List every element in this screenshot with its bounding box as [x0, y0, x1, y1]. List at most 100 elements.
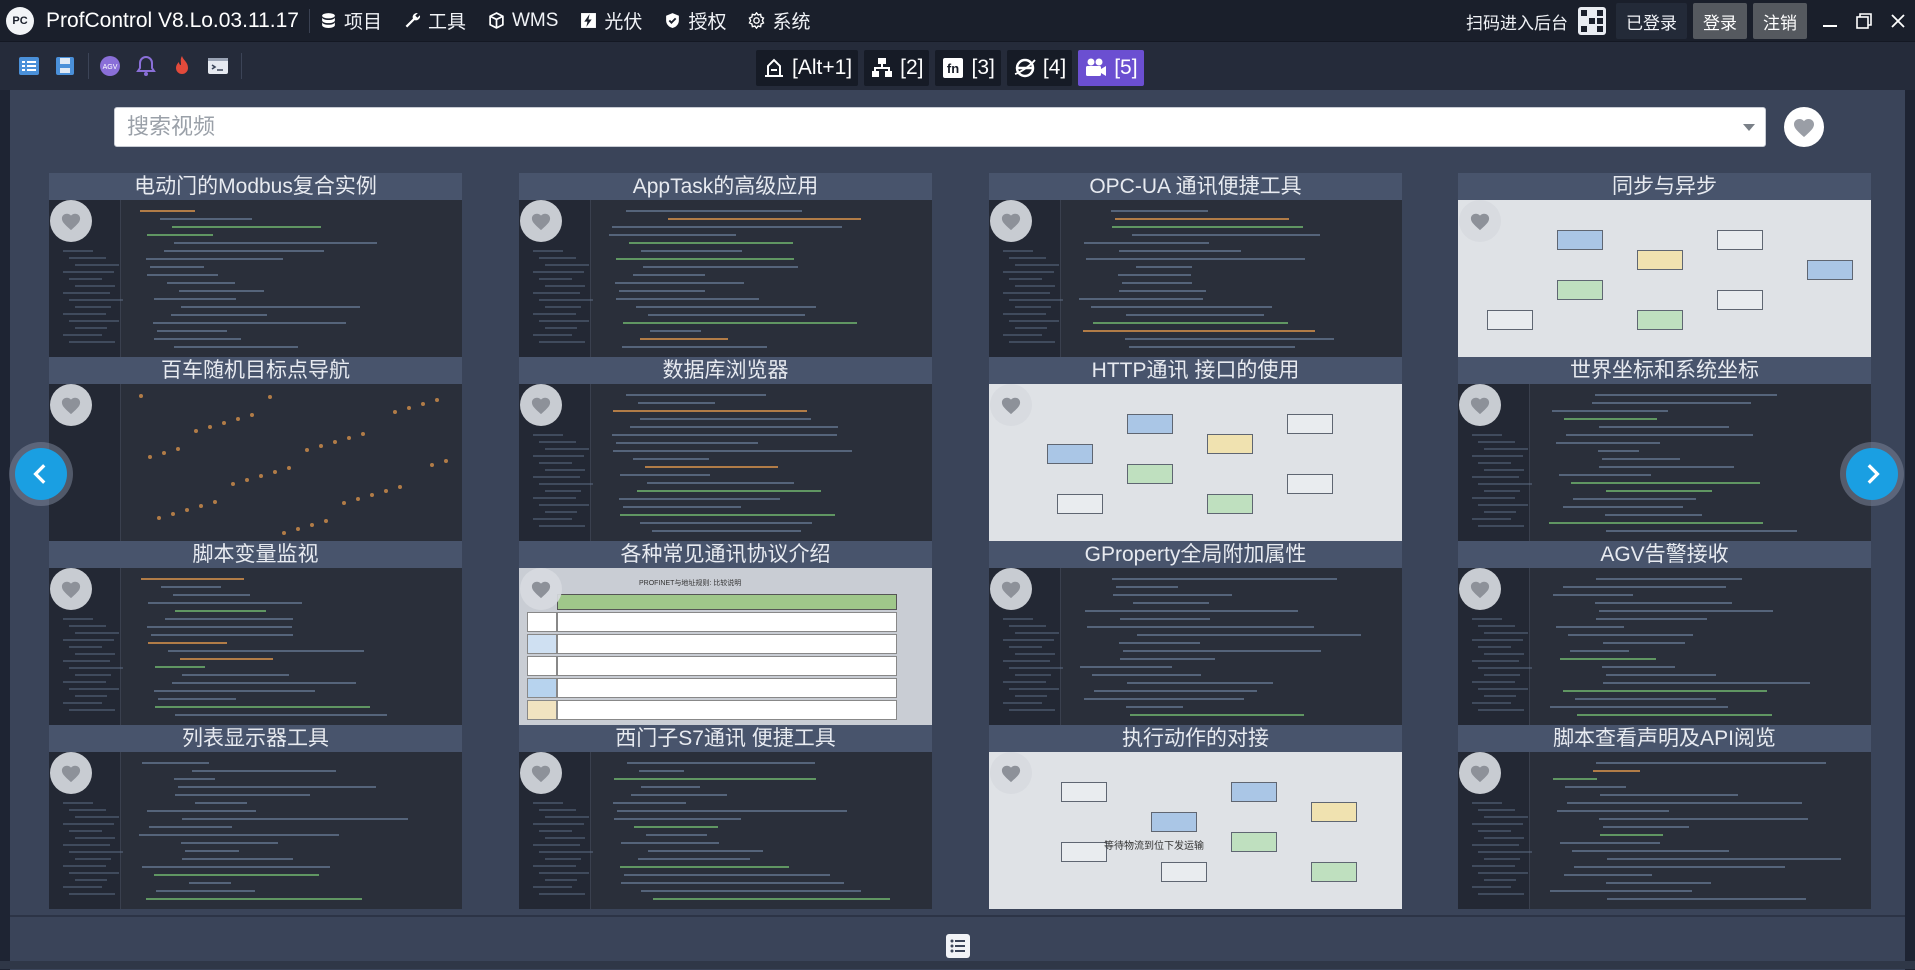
video-card[interactable]: AGV告警接收 [1458, 541, 1871, 725]
diagram-node [1637, 250, 1683, 270]
video-thumbnail[interactable] [519, 200, 932, 357]
tree-line [1015, 632, 1059, 634]
favorite-button[interactable] [1459, 752, 1501, 794]
video-thumbnail[interactable] [519, 752, 932, 909]
tree-line [69, 278, 102, 280]
favorite-button[interactable] [990, 752, 1032, 794]
video-thumbnail[interactable] [1458, 568, 1871, 725]
code-line [1560, 658, 1656, 660]
video-thumbnail[interactable] [989, 200, 1402, 357]
tab-1[interactable]: [Alt+1] [756, 50, 859, 86]
tab-3[interactable]: fn [3] [935, 50, 1001, 86]
chevron-down-icon[interactable] [1743, 124, 1755, 131]
favorite-button[interactable] [520, 752, 562, 794]
view-tabs: [Alt+1] [2] fn [3] [4] [5] [756, 50, 1150, 86]
favorite-button[interactable] [520, 384, 562, 426]
favorite-button[interactable] [1459, 384, 1501, 426]
favorite-button[interactable] [1459, 568, 1501, 610]
video-card[interactable]: GProperty全局附加属性 [989, 541, 1402, 725]
menu-item-wms[interactable]: WMS [488, 10, 558, 32]
video-card[interactable]: 执行动作的对接 等待物流到位下发运输 [989, 725, 1402, 909]
video-thumbnail[interactable] [1458, 200, 1871, 357]
video-card[interactable]: OPC-UA 通讯便捷工具 [989, 173, 1402, 357]
video-thumbnail[interactable] [49, 752, 462, 909]
favorite-button[interactable] [50, 384, 92, 426]
tree-line [1478, 525, 1524, 527]
code-line [154, 298, 236, 300]
video-card[interactable]: AppTask的高级应用 [519, 173, 932, 357]
login-button[interactable]: 登录 [1693, 3, 1747, 39]
menu-item-system[interactable]: 系统 [748, 7, 810, 34]
favorite-button[interactable] [50, 752, 92, 794]
favorite-button[interactable] [1459, 200, 1501, 242]
video-thumbnail[interactable]: PROFINET与地址规则: 比较说明 [519, 568, 932, 725]
list-toggle-button[interactable] [946, 934, 970, 958]
video-title: 百车随机目标点导航 [49, 357, 462, 384]
video-thumbnail[interactable] [49, 568, 462, 725]
prev-page-button[interactable] [15, 448, 67, 500]
video-thumbnail[interactable] [49, 200, 462, 357]
code-line [1083, 330, 1315, 332]
tree-line [1472, 455, 1523, 457]
video-card[interactable]: 脚本查看声明及API阅览 [1458, 725, 1871, 909]
save-button[interactable] [50, 52, 80, 80]
video-thumbnail[interactable]: 等待物流到位下发运输 [989, 752, 1402, 909]
menu-item-pv[interactable]: 光伏 [580, 7, 642, 34]
tree-line [63, 250, 93, 252]
map-point [347, 436, 351, 440]
hot-button[interactable] [167, 52, 197, 80]
list-view-button[interactable] [14, 52, 44, 80]
favorites-filter-button[interactable] [1784, 107, 1824, 147]
menu-item-project[interactable]: 项目 [320, 7, 382, 34]
video-card[interactable]: 列表显示器工具 [49, 725, 462, 909]
logout-button[interactable]: 注销 [1753, 3, 1807, 39]
table-thumb-row [557, 612, 897, 632]
menu-item-license[interactable]: 授权 [664, 7, 726, 34]
video-thumbnail[interactable] [989, 384, 1402, 541]
tree-line [69, 257, 106, 259]
favorite-button[interactable] [990, 568, 1032, 610]
video-card[interactable]: 百车随机目标点导航 [49, 357, 462, 541]
close-button[interactable] [1881, 3, 1915, 39]
video-card[interactable]: 脚本变量监视 [49, 541, 462, 725]
favorite-button[interactable] [520, 568, 562, 610]
video-thumbnail[interactable] [519, 384, 932, 541]
favorite-button[interactable] [50, 568, 92, 610]
favorite-button[interactable] [990, 384, 1032, 426]
qr-code-icon[interactable] [1578, 7, 1606, 35]
next-page-button[interactable] [1846, 448, 1898, 500]
code-line [1603, 682, 1810, 684]
video-card[interactable]: 同步与异步 [1458, 173, 1871, 357]
tab-4[interactable]: [4] [1006, 50, 1073, 86]
code-line [1606, 530, 1797, 532]
video-card[interactable]: 数据库浏览器 [519, 357, 932, 541]
heart-icon [1470, 213, 1490, 231]
favorite-button[interactable] [990, 200, 1032, 242]
minimize-button[interactable] [1813, 3, 1847, 39]
video-card[interactable]: 西门子S7通讯 便捷工具 [519, 725, 932, 909]
video-thumbnail[interactable] [1458, 752, 1871, 909]
code-line [140, 210, 195, 212]
video-card[interactable]: HTTP通讯 接口的使用 [989, 357, 1402, 541]
search-box[interactable] [114, 107, 1766, 147]
agv-button[interactable]: AGV [95, 52, 125, 80]
favorite-button[interactable] [50, 200, 92, 242]
status-strip [0, 961, 1915, 969]
video-thumbnail[interactable] [1458, 384, 1871, 541]
tab-5[interactable]: [5] [1078, 50, 1144, 86]
alarm-button[interactable] [131, 52, 161, 80]
favorite-button[interactable] [520, 200, 562, 242]
maximize-button[interactable] [1847, 3, 1881, 39]
search-input[interactable] [115, 108, 1715, 146]
terminal-button[interactable] [203, 52, 233, 80]
tree-line [75, 285, 115, 287]
code-line [1119, 642, 1200, 644]
video-card[interactable]: 电动门的Modbus复合实例 [49, 173, 462, 357]
video-thumbnail[interactable] [49, 384, 462, 541]
menu-item-tools[interactable]: 工具 [404, 7, 466, 34]
video-card[interactable]: 各种常见通讯协议介绍 PROFINET与地址规则: 比较说明 [519, 541, 932, 725]
video-card[interactable]: 世界坐标和系统坐标 [1458, 357, 1871, 541]
code-line [1606, 882, 1711, 884]
video-thumbnail[interactable] [989, 568, 1402, 725]
tab-2[interactable]: [2] [864, 50, 930, 86]
